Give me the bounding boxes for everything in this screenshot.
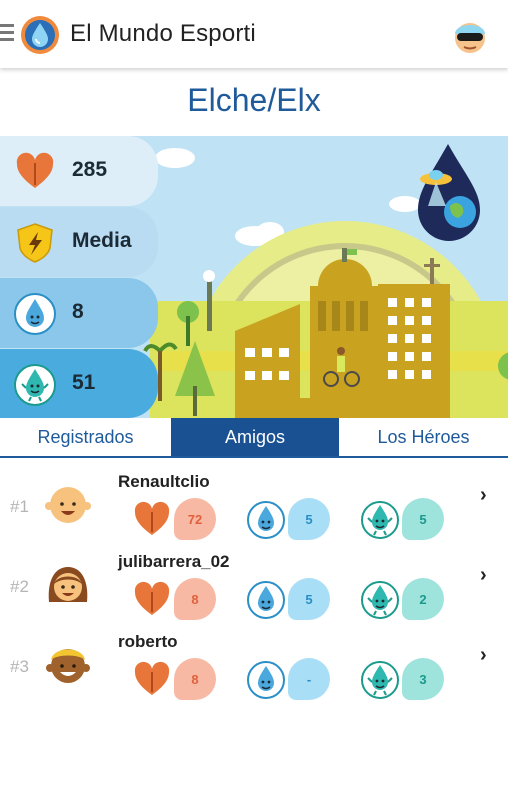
stat-hearts: 285: [0, 136, 158, 206]
rank-number: #2: [10, 577, 29, 596]
stat-heroes: 51: [0, 349, 158, 418]
chevron-right-icon[interactable]: ›: [480, 564, 487, 587]
stats-panel: 285 Media 8 51: [0, 136, 160, 418]
water-drop-face-icon: [247, 661, 285, 699]
heroes-count: 2: [402, 578, 444, 620]
hearts-metric: 72: [132, 496, 218, 540]
heart-icon: [134, 581, 170, 615]
drops-metric: -: [246, 656, 332, 700]
hearts-metric: 8: [132, 576, 218, 620]
drops-count: -: [288, 658, 330, 700]
stat-heroes-value: 51: [72, 371, 96, 394]
drops-metric: 5: [246, 576, 332, 620]
stat-level: Media: [0, 207, 158, 277]
water-drop-character-icon: [14, 364, 56, 406]
app-title: El Mundo Esporti: [70, 20, 256, 47]
stat-drops: 8: [0, 278, 158, 348]
hearts-count: 72: [174, 498, 216, 540]
heart-icon: [16, 152, 54, 188]
water-drop-character-icon: [361, 581, 399, 619]
hearts-metric: 8: [132, 656, 218, 700]
rank-number: #1: [10, 497, 29, 516]
rank-number: #3: [10, 657, 29, 676]
girl-brown-hair-avatar: [48, 567, 88, 602]
app-bar: El Mundo Esporti: [0, 0, 508, 68]
heart-icon: [134, 661, 170, 695]
city-banner: 285 Media 8 51: [0, 136, 508, 418]
app-root: El Mundo Esporti Elche/Elx 285 Media 8 5…: [0, 0, 508, 800]
drops-metric: 5: [246, 496, 332, 540]
tab-los-heroes[interactable]: Los Héroes: [339, 418, 508, 456]
water-drop-face-icon: [247, 581, 285, 619]
tab-registrados[interactable]: Registrados: [0, 418, 171, 456]
username: julibarrera_02: [118, 552, 230, 571]
chevron-right-icon[interactable]: ›: [480, 644, 487, 667]
ranking-row[interactable]: #3 roberto 8 - 3 ›: [0, 620, 508, 700]
menu-icon[interactable]: [0, 24, 14, 44]
tab-amigos[interactable]: Amigos: [171, 418, 339, 456]
heroes-count: 3: [402, 658, 444, 700]
heart-icon: [134, 501, 170, 535]
city-title: Elche/Elx: [187, 82, 321, 118]
ranking-tabs: Registrados Amigos Los Héroes: [0, 418, 508, 458]
water-drop-character-icon: [361, 661, 399, 699]
heroes-metric: 5: [360, 496, 446, 540]
username: Renaultclio: [118, 472, 210, 491]
water-drop-face-icon: [247, 501, 285, 539]
blond-boy-avatar: [46, 649, 90, 683]
water-drop-character-icon: [361, 501, 399, 539]
stat-hearts-value: 285: [72, 158, 108, 181]
hearts-count: 8: [174, 578, 216, 620]
drops-count: 5: [288, 498, 330, 540]
heroes-count: 5: [402, 498, 444, 540]
app-logo-icon[interactable]: [20, 15, 60, 55]
water-drop-face-icon: [14, 293, 56, 335]
drops-count: 5: [288, 578, 330, 620]
heroes-metric: 2: [360, 576, 446, 620]
chevron-right-icon[interactable]: ›: [480, 484, 487, 507]
ranking-row[interactable]: #2 julibarrera_02 8 5 2 ›: [0, 540, 508, 620]
hearts-count: 8: [174, 658, 216, 700]
stat-drops-value: 8: [72, 300, 84, 323]
bald-boy-avatar: [45, 487, 91, 523]
profile-avatar-icon[interactable]: [449, 14, 491, 56]
username: roberto: [118, 632, 178, 651]
shield-lightning-icon: [17, 223, 53, 263]
stat-level-value: Media: [72, 229, 132, 252]
ranking-row[interactable]: #1 Renaultclio 72 5 5 ›: [0, 460, 508, 540]
heroes-metric: 3: [360, 656, 446, 700]
